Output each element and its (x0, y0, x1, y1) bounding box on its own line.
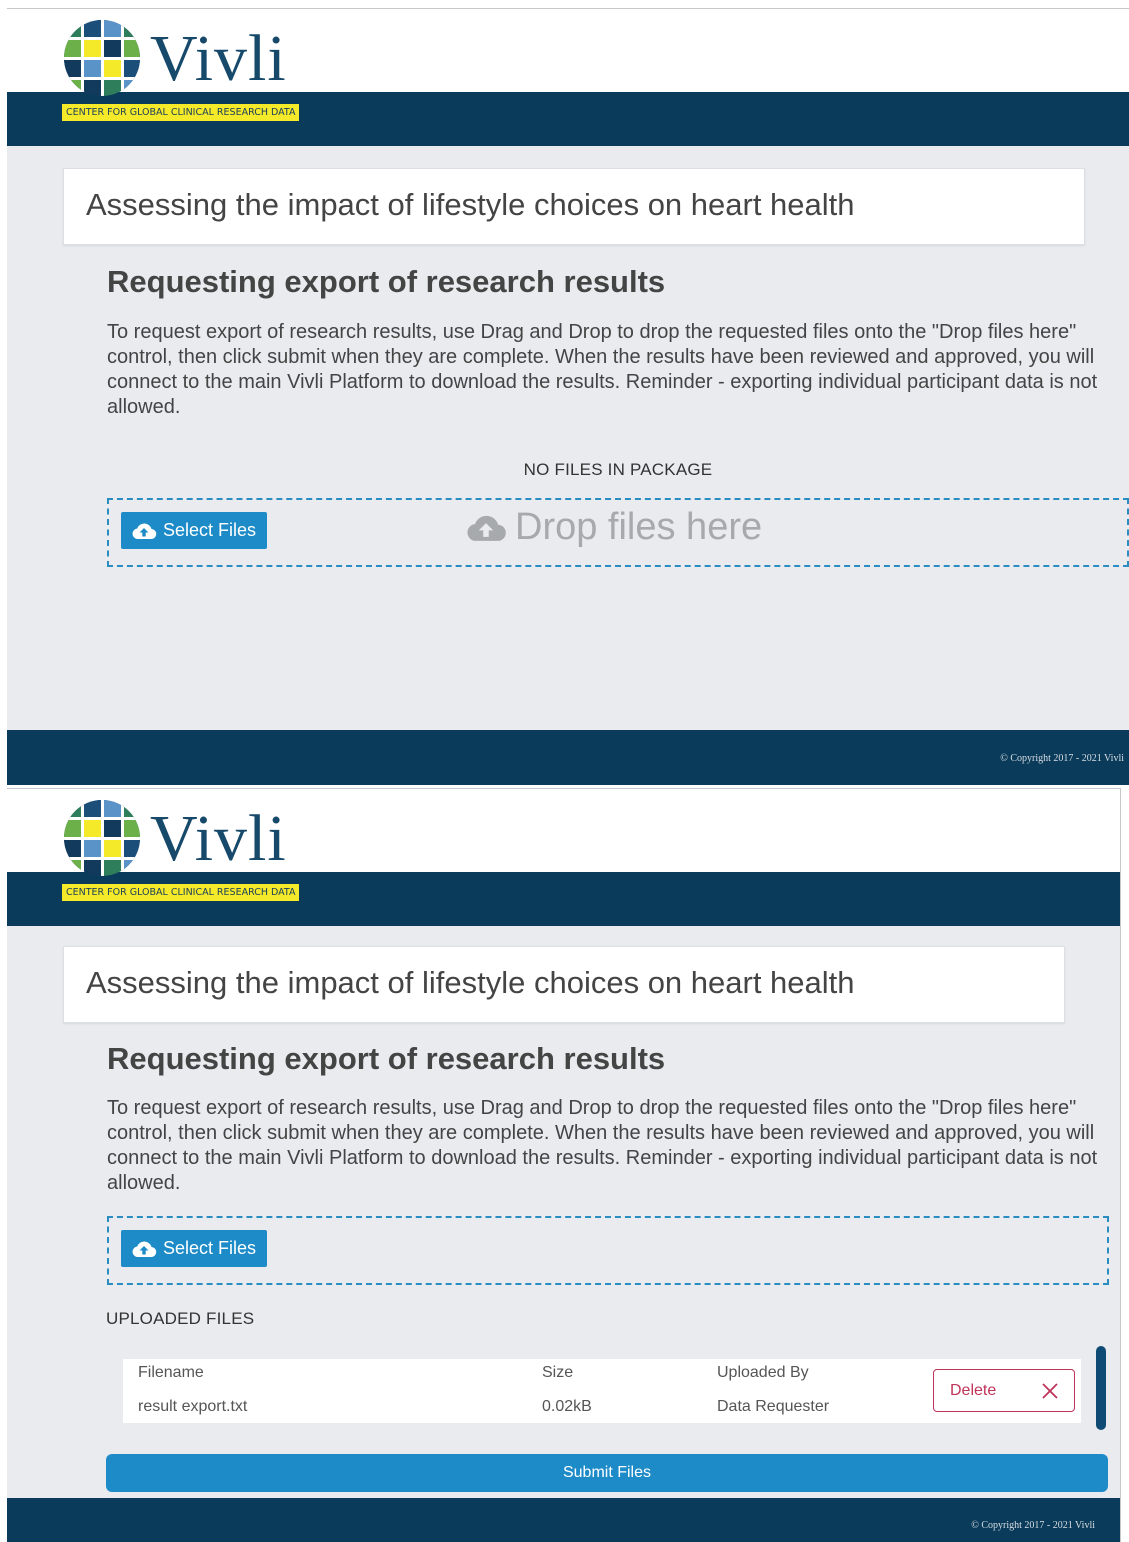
file-dropzone[interactable]: Select Files (107, 1216, 1109, 1285)
logo-wordmark: Vivli (150, 802, 287, 875)
screen-uploaded-files: Vivli CENTER FOR GLOBAL CLINICAL RESEARC… (7, 788, 1121, 1542)
uploaded-files-table: Filename Size Uploaded By result export.… (123, 1359, 1081, 1423)
uploaded-files-heading: UPLOADED FILES (106, 1309, 255, 1328)
export-instructions: To request export of research results, u… (107, 1097, 1098, 1194)
file-uploader-cell: Data Requester (717, 1398, 830, 1415)
file-dropzone[interactable]: Select Files Drop files here (107, 498, 1129, 567)
file-name-cell: result export.txt (138, 1398, 248, 1415)
column-header-filename: Filename (138, 1364, 204, 1381)
section-title: Requesting export of research results (107, 264, 666, 299)
globe-logo-icon (64, 800, 140, 876)
globe-logo-icon (64, 20, 140, 96)
cloud-upload-icon (467, 515, 506, 541)
site-header: Vivli CENTER FOR GLOBAL CLINICAL RESEARC… (7, 9, 1129, 146)
select-files-label: Select Files (163, 520, 257, 540)
logo-wordmark: Vivli (150, 22, 287, 95)
drop-files-label: Drop files here (515, 506, 763, 548)
file-size-cell: 0.02kB (542, 1398, 592, 1415)
select-files-button[interactable]: Select Files (121, 512, 268, 549)
logo-tagline: CENTER FOR GLOBAL CLINICAL RESEARCH DATA (62, 104, 300, 121)
select-files-label: Select Files (163, 1238, 257, 1258)
logo-tagline: CENTER FOR GLOBAL CLINICAL RESEARCH DATA (62, 884, 300, 901)
study-title-card: Assessing the impact of lifestyle choice… (63, 168, 1085, 245)
vivli-logo[interactable]: Vivli CENTER FOR GLOBAL CLINICAL RESEARC… (62, 18, 312, 123)
copyright-text: © Copyright 2017 - 2021 Vivli (971, 1520, 1095, 1531)
cloud-upload-icon (132, 1240, 157, 1257)
delete-label: Delete (950, 1381, 997, 1399)
drop-files-hint: Drop files here (465, 506, 762, 549)
site-header: Vivli CENTER FOR GLOBAL CLINICAL RESEARC… (7, 789, 1120, 926)
export-instructions: To request export of research results, u… (107, 321, 1098, 418)
study-title: Assessing the impact of lifestyle choice… (86, 187, 855, 222)
site-footer: © Copyright 2017 - 2021 Vivli (7, 730, 1129, 785)
submit-files-button[interactable]: Submit Files (106, 1454, 1108, 1492)
cloud-upload-icon (132, 522, 157, 539)
close-icon (1042, 1382, 1058, 1399)
column-header-uploaded-by: Uploaded By (717, 1364, 809, 1381)
vivli-logo[interactable]: Vivli CENTER FOR GLOBAL CLINICAL RESEARC… (62, 798, 312, 903)
select-files-button[interactable]: Select Files (121, 1230, 268, 1267)
copyright-text: © Copyright 2017 - 2021 Vivli (1000, 753, 1124, 764)
delete-file-button[interactable]: Delete (933, 1369, 1075, 1412)
screen-empty-package: Vivli CENTER FOR GLOBAL CLINICAL RESEARC… (7, 8, 1129, 785)
column-header-size: Size (542, 1364, 574, 1381)
study-title: Assessing the impact of lifestyle choice… (86, 965, 855, 1000)
site-footer: © Copyright 2017 - 2021 Vivli (7, 1498, 1120, 1542)
section-title: Requesting export of research results (107, 1041, 666, 1076)
table-scrollbar[interactable] (1096, 1346, 1106, 1430)
package-empty-status: NO FILES IN PACKAGE (523, 460, 713, 479)
study-title-card: Assessing the impact of lifestyle choice… (63, 946, 1065, 1023)
